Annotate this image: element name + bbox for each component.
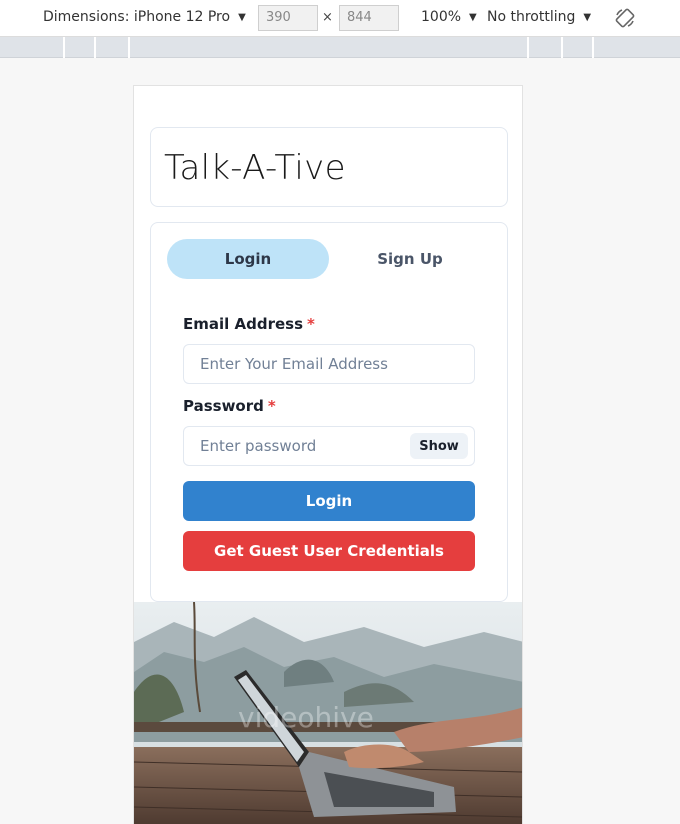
required-mark: * xyxy=(307,315,315,333)
auth-form-card: Login Sign Up Email Address* Password* S… xyxy=(150,222,508,602)
zoom-label: 100% xyxy=(421,9,462,25)
show-password-button[interactable]: Show xyxy=(410,433,468,459)
guest-credentials-button[interactable]: Get Guest User Credentials xyxy=(183,531,475,571)
devtools-device-toolbar: Dimensions: iPhone 12 Pro ▼ 390 × 844 10… xyxy=(0,0,680,37)
viewport-width-input[interactable]: 390 xyxy=(258,5,318,31)
email-label: Email Address * xyxy=(183,315,315,333)
background-photo: videohive xyxy=(134,602,522,824)
chevron-down-icon: ▼ xyxy=(469,11,477,23)
zoom-select[interactable]: 100% ▼ xyxy=(421,9,477,25)
auth-tabs: Login Sign Up xyxy=(167,239,491,279)
email-field[interactable] xyxy=(184,345,474,383)
device-dimensions-select[interactable]: Dimensions: iPhone 12 Pro ▼ xyxy=(43,9,246,25)
password-label-text: Password xyxy=(183,397,264,415)
media-query-ruler[interactable] xyxy=(0,37,680,58)
device-dimensions-label: Dimensions: iPhone 12 Pro xyxy=(43,9,231,25)
app-title: Talk-A-Tive xyxy=(164,148,346,188)
dimension-times-symbol: × xyxy=(322,10,333,25)
throttling-select[interactable]: No throttling ▼ xyxy=(487,9,591,25)
watermark-text: videohive xyxy=(238,701,374,734)
password-label: Password * xyxy=(183,397,276,415)
viewport-height-input[interactable]: 844 xyxy=(339,5,399,31)
device-viewport: Talk-A-Tive Login Sign Up Email Address *… xyxy=(133,85,523,824)
tab-login[interactable]: Login xyxy=(167,239,329,279)
login-button[interactable]: Login xyxy=(183,481,475,521)
password-field-wrapper: Show xyxy=(183,426,475,466)
required-mark: * xyxy=(267,397,276,415)
email-label-text: Email Address xyxy=(183,315,304,333)
chevron-down-icon: ▼ xyxy=(583,11,592,23)
rotate-device-icon[interactable] xyxy=(613,6,637,30)
app-header-card: Talk-A-Tive xyxy=(150,127,508,207)
email-field-wrapper xyxy=(183,344,475,384)
chevron-down-icon: ▼ xyxy=(238,11,246,23)
throttling-label: No throttling xyxy=(487,9,576,25)
tab-sign-up[interactable]: Sign Up xyxy=(329,239,491,279)
